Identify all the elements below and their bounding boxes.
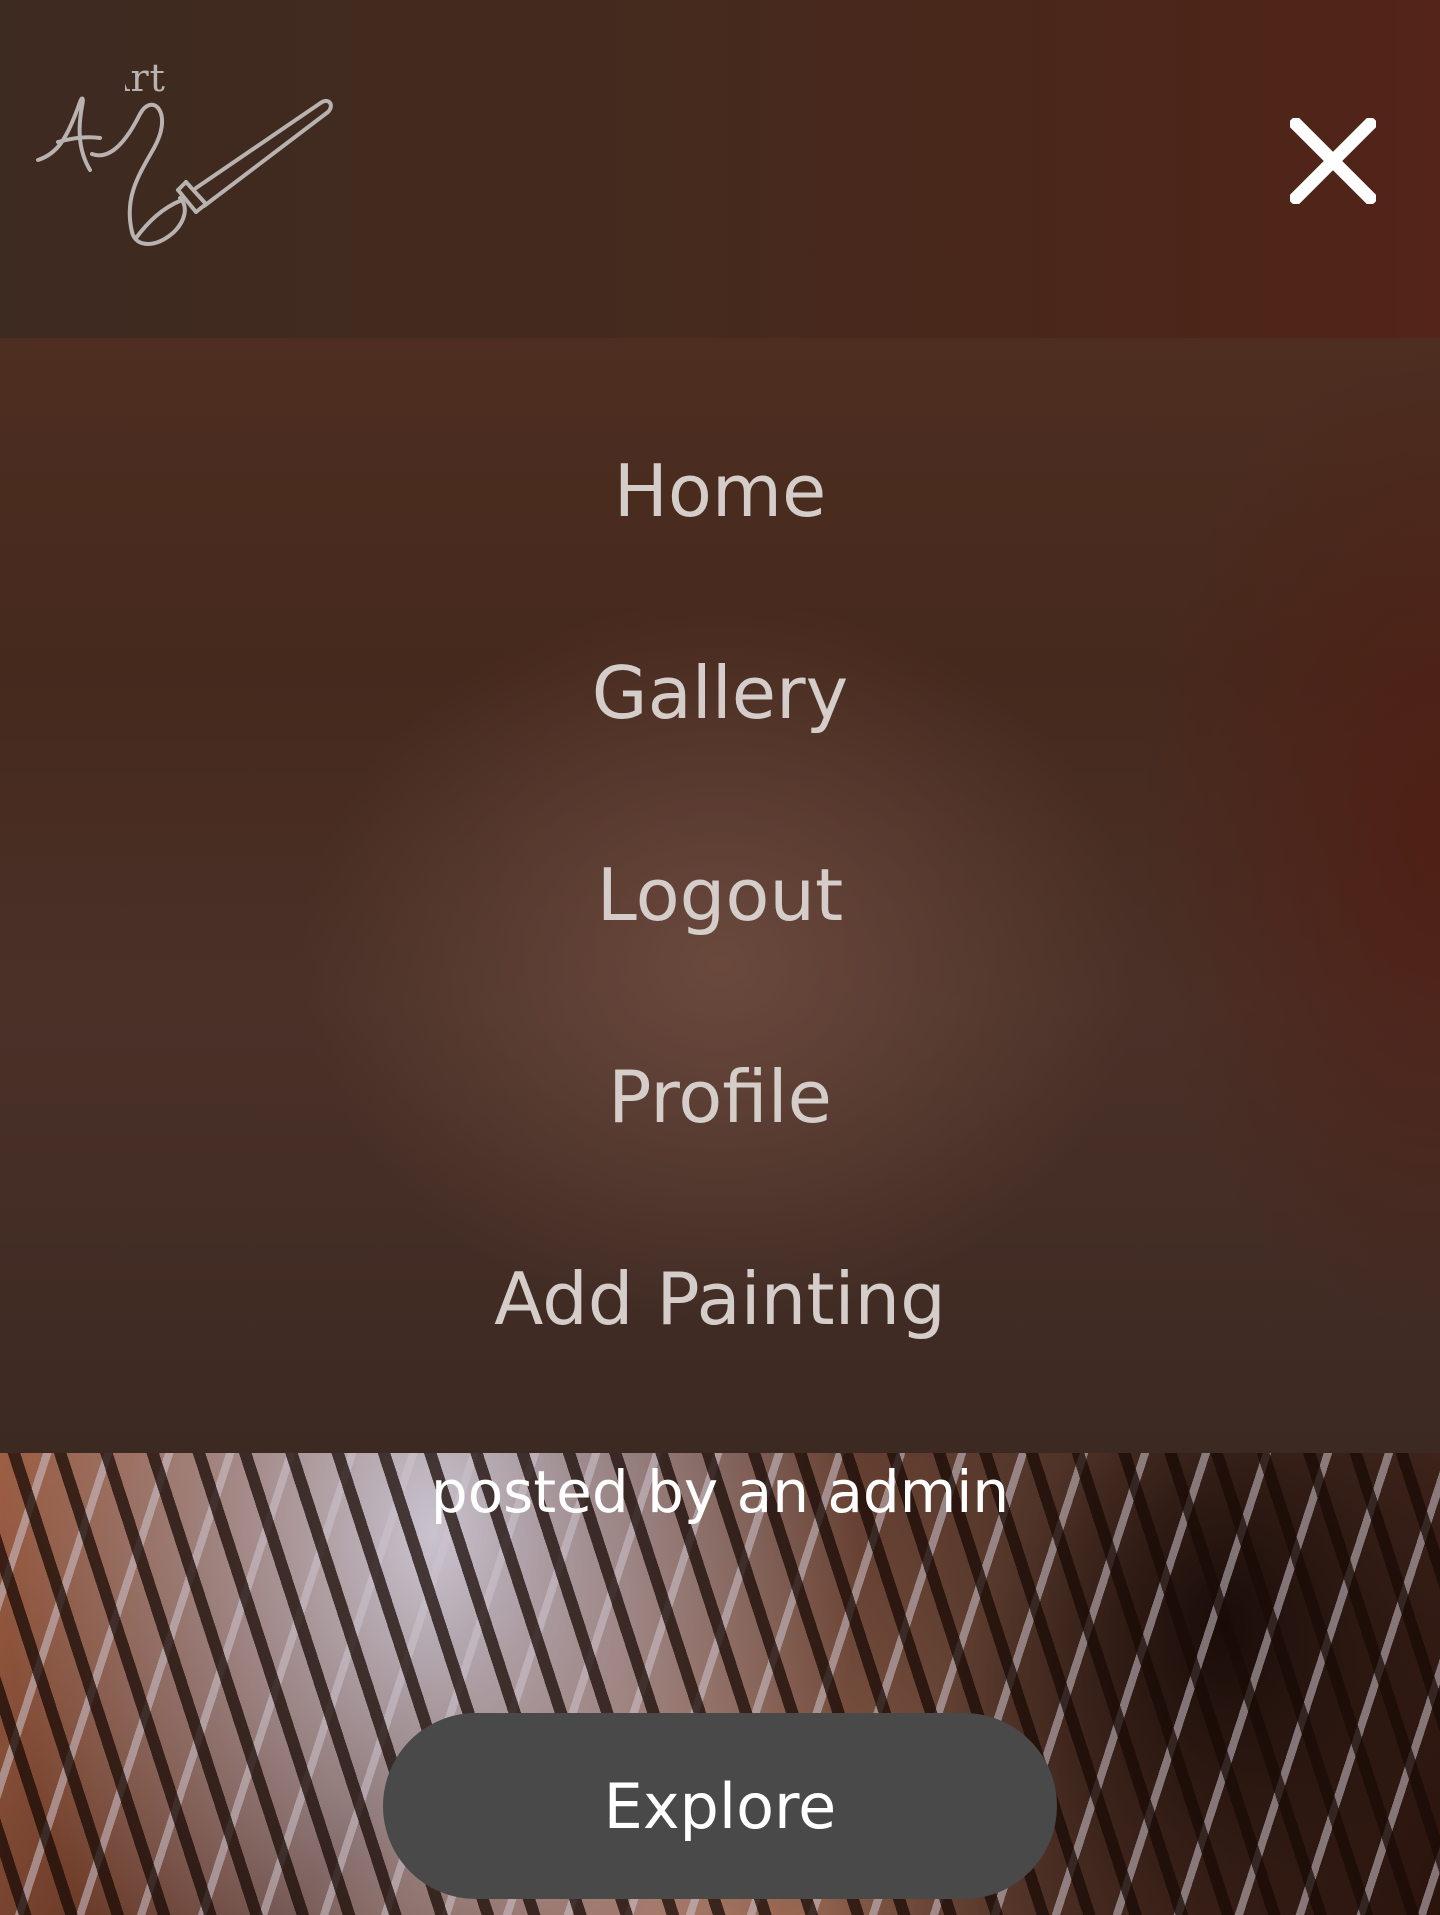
menu-item-label: Add Painting	[494, 1257, 946, 1341]
art-paintbrush-logo-icon	[36, 96, 333, 246]
logo[interactable]: Art	[36, 56, 336, 262]
menu-item-add-painting[interactable]: Add Painting	[0, 1254, 1440, 1344]
close-menu-button[interactable]	[1286, 114, 1380, 208]
nav-menu-overlay: Home Gallery Logout Profile Add Painting	[0, 338, 1440, 1453]
page: Art Home Gallery Logout Profile Add Pain…	[0, 0, 1440, 1915]
menu-item-gallery[interactable]: Gallery	[0, 648, 1440, 738]
posted-by-text: posted by an admin	[430, 1458, 1010, 1526]
explore-button[interactable]: Explore	[383, 1713, 1057, 1899]
menu-item-profile[interactable]: Profile	[0, 1052, 1440, 1142]
menu-item-home[interactable]: Home	[0, 446, 1440, 536]
menu-item-label: Home	[613, 449, 827, 533]
menu-item-label: Logout	[596, 853, 844, 937]
close-icon	[1286, 114, 1380, 208]
menu-item-label: Profile	[608, 1055, 832, 1139]
menu-item-label: Gallery	[591, 651, 849, 735]
menu-item-logout[interactable]: Logout	[0, 850, 1440, 940]
header: Art	[0, 0, 1440, 338]
